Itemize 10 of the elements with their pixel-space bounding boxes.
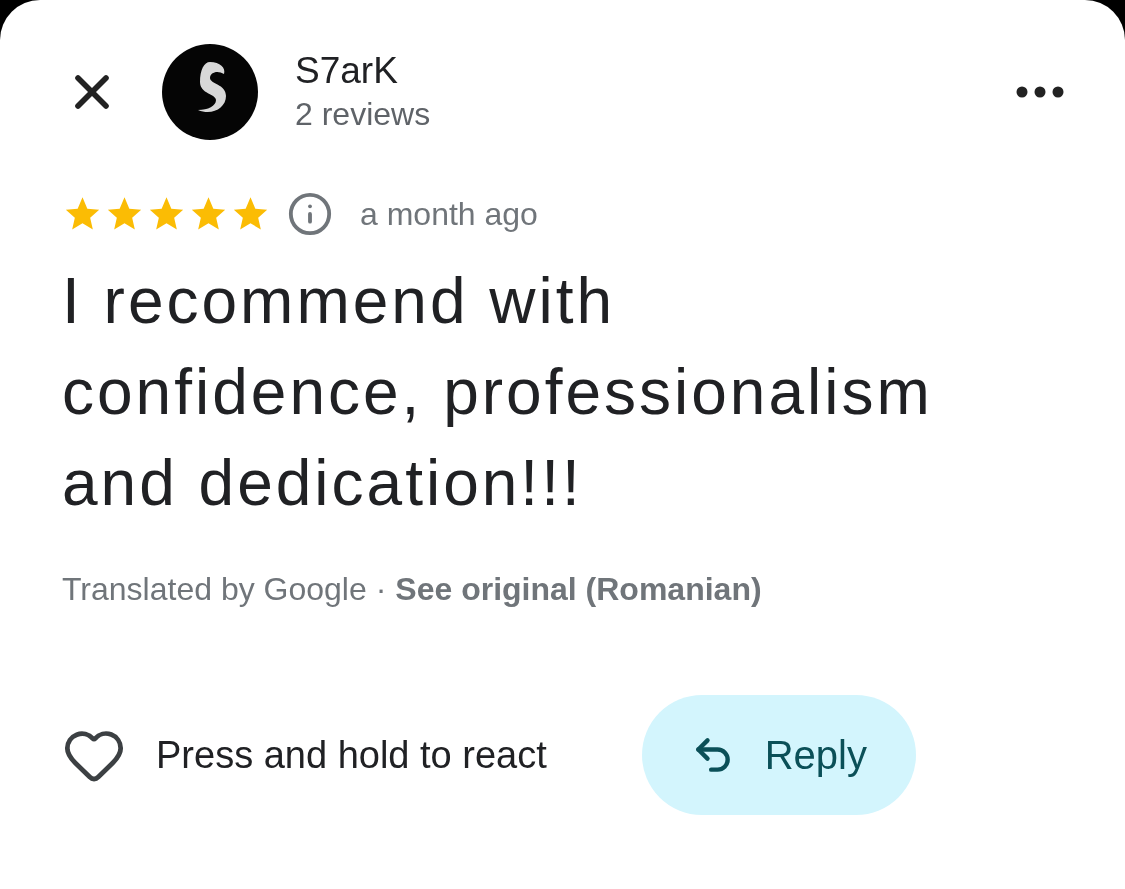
reviewer-name[interactable]: S7arK [295,49,1010,93]
see-original-link[interactable]: See original (Romanian) [395,565,762,613]
translation-note: Translated by Google · [62,570,387,609]
more-icon [1016,86,1064,98]
review-time: a month ago [360,195,538,234]
review-count: 2 reviews [295,95,432,134]
review-text: I recommend with confidence, professionalism and dedication!!! [62,264,934,521]
react-button[interactable]: Press and hold to react [62,723,547,787]
info-icon[interactable] [287,191,333,237]
reply-button[interactable]: Reply [641,695,916,815]
